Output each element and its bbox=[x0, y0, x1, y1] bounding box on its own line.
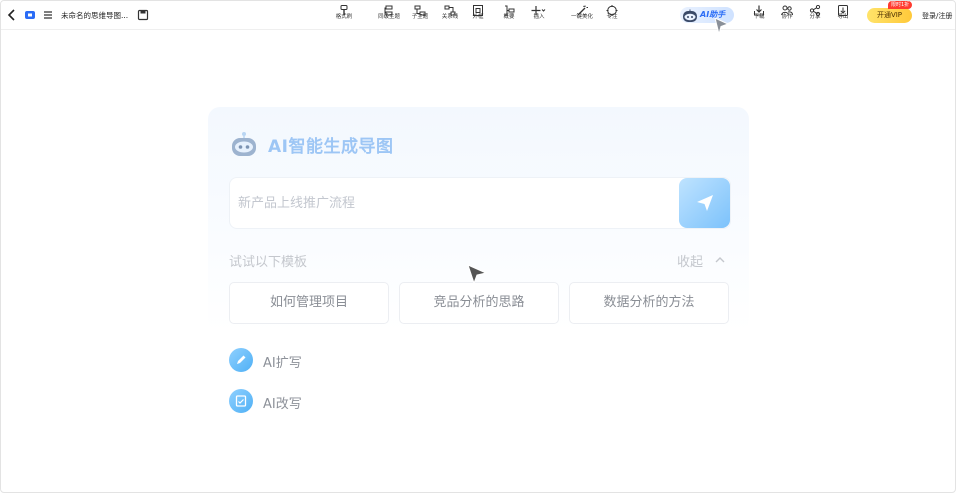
panel-title: AI智能生成导图 bbox=[268, 137, 394, 157]
template-card-data-analysis[interactable]: 数据分析的方法 bbox=[569, 282, 729, 324]
tool-label: 插入 bbox=[533, 14, 545, 20]
share-icon bbox=[809, 1, 821, 17]
ai-action-label: AI扩写 bbox=[263, 356, 302, 371]
tool-label: 格式刷 bbox=[335, 14, 353, 20]
tool-insert[interactable]: 插入 bbox=[521, 1, 557, 25]
insert-plus-icon bbox=[531, 1, 547, 15]
tool-export[interactable]: 导出 bbox=[825, 1, 861, 25]
app-window: 未命名的思维导图... 格式刷 同级主题 子主题 关系线 外框 概要 插入 一键… bbox=[0, 0, 956, 493]
collapse-button[interactable]: 收起 bbox=[677, 251, 703, 270]
robot-icon bbox=[682, 8, 698, 22]
tool-focus[interactable]: 专注 bbox=[594, 1, 630, 25]
vip-discount-badge: 限时1折 bbox=[888, 1, 913, 9]
send-button[interactable] bbox=[679, 178, 730, 228]
focus-icon bbox=[606, 1, 618, 16]
sibling-topic-icon bbox=[383, 1, 395, 16]
send-arrow-icon bbox=[697, 195, 713, 211]
format-brush-icon bbox=[338, 1, 350, 15]
template-card-competitor-analysis[interactable]: 竞品分析的思路 bbox=[399, 282, 559, 324]
template-card-manage-project[interactable]: 如何管理项目 bbox=[229, 282, 389, 324]
chevron-up-icon[interactable] bbox=[713, 252, 727, 266]
top-toolbar: 未命名的思维导图... 格式刷 同级主题 子主题 关系线 外框 概要 插入 一键… bbox=[1, 1, 955, 30]
mouse-cursor-icon bbox=[467, 264, 488, 285]
tool-format-brush[interactable]: 格式刷 bbox=[326, 1, 362, 25]
pencil-icon bbox=[229, 348, 253, 372]
export-icon bbox=[837, 1, 849, 16]
child-topic-icon bbox=[414, 1, 426, 16]
ai-action-label: AI改写 bbox=[263, 397, 302, 412]
magic-wand-icon bbox=[576, 1, 588, 16]
mouse-cursor-icon bbox=[711, 17, 731, 37]
login-register-link[interactable]: 登录/注册 bbox=[922, 11, 952, 21]
edit-document-icon bbox=[229, 389, 253, 413]
collaborate-icon bbox=[781, 1, 793, 16]
menu-icon[interactable] bbox=[41, 8, 55, 22]
save-icon[interactable] bbox=[136, 8, 150, 22]
outer-frame-icon bbox=[472, 1, 484, 16]
document-title[interactable]: 未命名的思维导图... bbox=[61, 10, 128, 21]
templates-heading: 试试以下模板 bbox=[229, 255, 308, 270]
tool-label: 专注 bbox=[606, 14, 618, 20]
download-icon bbox=[753, 1, 765, 16]
prompt-box bbox=[229, 177, 731, 229]
prompt-input[interactable] bbox=[238, 194, 658, 212]
toolbar-left-group: 未命名的思维导图... bbox=[5, 7, 150, 23]
relation-line-icon bbox=[444, 1, 456, 16]
robot-icon bbox=[230, 130, 258, 158]
back-arrow-icon[interactable] bbox=[5, 8, 19, 22]
summary-icon bbox=[503, 1, 515, 16]
open-vip-button[interactable]: 开通VIP bbox=[867, 8, 912, 23]
app-logo-icon[interactable] bbox=[23, 8, 37, 22]
tool-label: 导出 bbox=[837, 14, 849, 20]
